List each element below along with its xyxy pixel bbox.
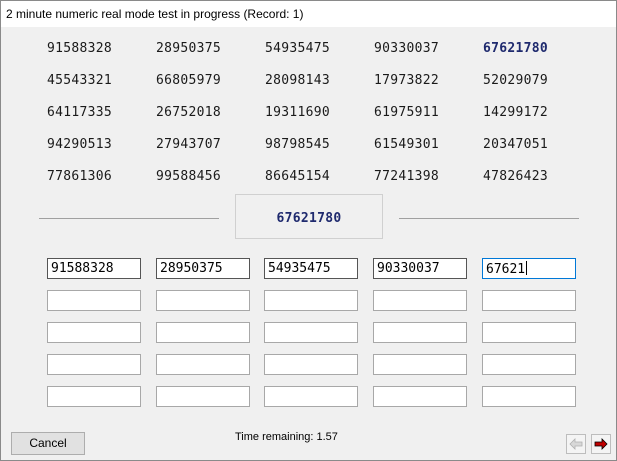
- entry-field[interactable]: [156, 386, 250, 407]
- divider-right: [399, 218, 579, 219]
- entry-field[interactable]: [264, 354, 358, 375]
- grid-number: 91588328: [47, 41, 113, 56]
- cancel-button[interactable]: Cancel: [11, 432, 85, 455]
- grid-number: 64117335: [47, 105, 113, 120]
- grid-number: 28950375: [156, 41, 222, 56]
- grid-number: 66805979: [156, 73, 222, 88]
- grid-number: 27943707: [156, 137, 222, 152]
- title-bar: 2 minute numeric real mode test in progr…: [1, 1, 616, 27]
- entry-field[interactable]: [482, 354, 576, 375]
- grid-number: 52029079: [483, 73, 549, 88]
- entry-value: 28950375: [160, 261, 223, 276]
- grid-number: 45543321: [47, 73, 113, 88]
- grid-number: 17973822: [374, 73, 440, 88]
- divider-left: [39, 218, 219, 219]
- grid-number: 14299172: [483, 105, 549, 120]
- test-window: 2 minute numeric real mode test in progr…: [0, 0, 617, 461]
- text-caret: [526, 261, 528, 275]
- entry-field[interactable]: [47, 354, 141, 375]
- entry-field[interactable]: [264, 322, 358, 343]
- entry-field[interactable]: [482, 386, 576, 407]
- entry-field[interactable]: [156, 322, 250, 343]
- grid-number: 28098143: [265, 73, 331, 88]
- next-button[interactable]: [591, 434, 611, 454]
- entry-field[interactable]: [482, 290, 576, 311]
- entry-field[interactable]: [156, 354, 250, 375]
- grid-number: 61975911: [374, 105, 440, 120]
- grid-number: 47826423: [483, 169, 549, 184]
- entry-value: 67621: [486, 262, 526, 277]
- grid-number: 98798545: [265, 137, 331, 152]
- grid-number: 94290513: [47, 137, 113, 152]
- entry-field[interactable]: [264, 290, 358, 311]
- arrow-right-icon: [594, 438, 608, 450]
- entry-field[interactable]: [373, 386, 467, 407]
- grid-number: 54935475: [265, 41, 331, 56]
- entry-field[interactable]: [47, 386, 141, 407]
- entry-field[interactable]: 91588328: [47, 258, 141, 279]
- entry-field[interactable]: [373, 290, 467, 311]
- entry-field[interactable]: [264, 386, 358, 407]
- grid-number: 67621780: [483, 41, 549, 56]
- entry-field[interactable]: [47, 290, 141, 311]
- entry-field[interactable]: [373, 354, 467, 375]
- back-button[interactable]: [566, 434, 586, 454]
- window-title: 2 minute numeric real mode test in progr…: [6, 7, 304, 21]
- entry-field[interactable]: [47, 322, 141, 343]
- grid-number: 99588456: [156, 169, 222, 184]
- entry-field[interactable]: 54935475: [264, 258, 358, 279]
- grid-number: 26752018: [156, 105, 222, 120]
- current-number: 67621780: [276, 211, 342, 226]
- grid-number: 77861306: [47, 169, 113, 184]
- entry-field[interactable]: 90330037: [373, 258, 467, 279]
- entry-field[interactable]: 67621: [482, 258, 576, 279]
- grid-number: 61549301: [374, 137, 440, 152]
- entry-field[interactable]: [373, 322, 467, 343]
- entry-field[interactable]: [482, 322, 576, 343]
- grid-number: 77241398: [374, 169, 440, 184]
- grid-number: 86645154: [265, 169, 331, 184]
- entry-field[interactable]: 28950375: [156, 258, 250, 279]
- entry-value: 90330037: [377, 261, 440, 276]
- time-remaining: Time remaining: 1.57: [235, 431, 338, 443]
- entry-value: 54935475: [268, 261, 331, 276]
- current-number-box: 67621780: [235, 194, 383, 239]
- grid-number: 19311690: [265, 105, 331, 120]
- entry-field[interactable]: [156, 290, 250, 311]
- entry-value: 91588328: [51, 261, 114, 276]
- arrow-left-icon: [569, 438, 583, 450]
- grid-number: 20347051: [483, 137, 549, 152]
- grid-number: 90330037: [374, 41, 440, 56]
